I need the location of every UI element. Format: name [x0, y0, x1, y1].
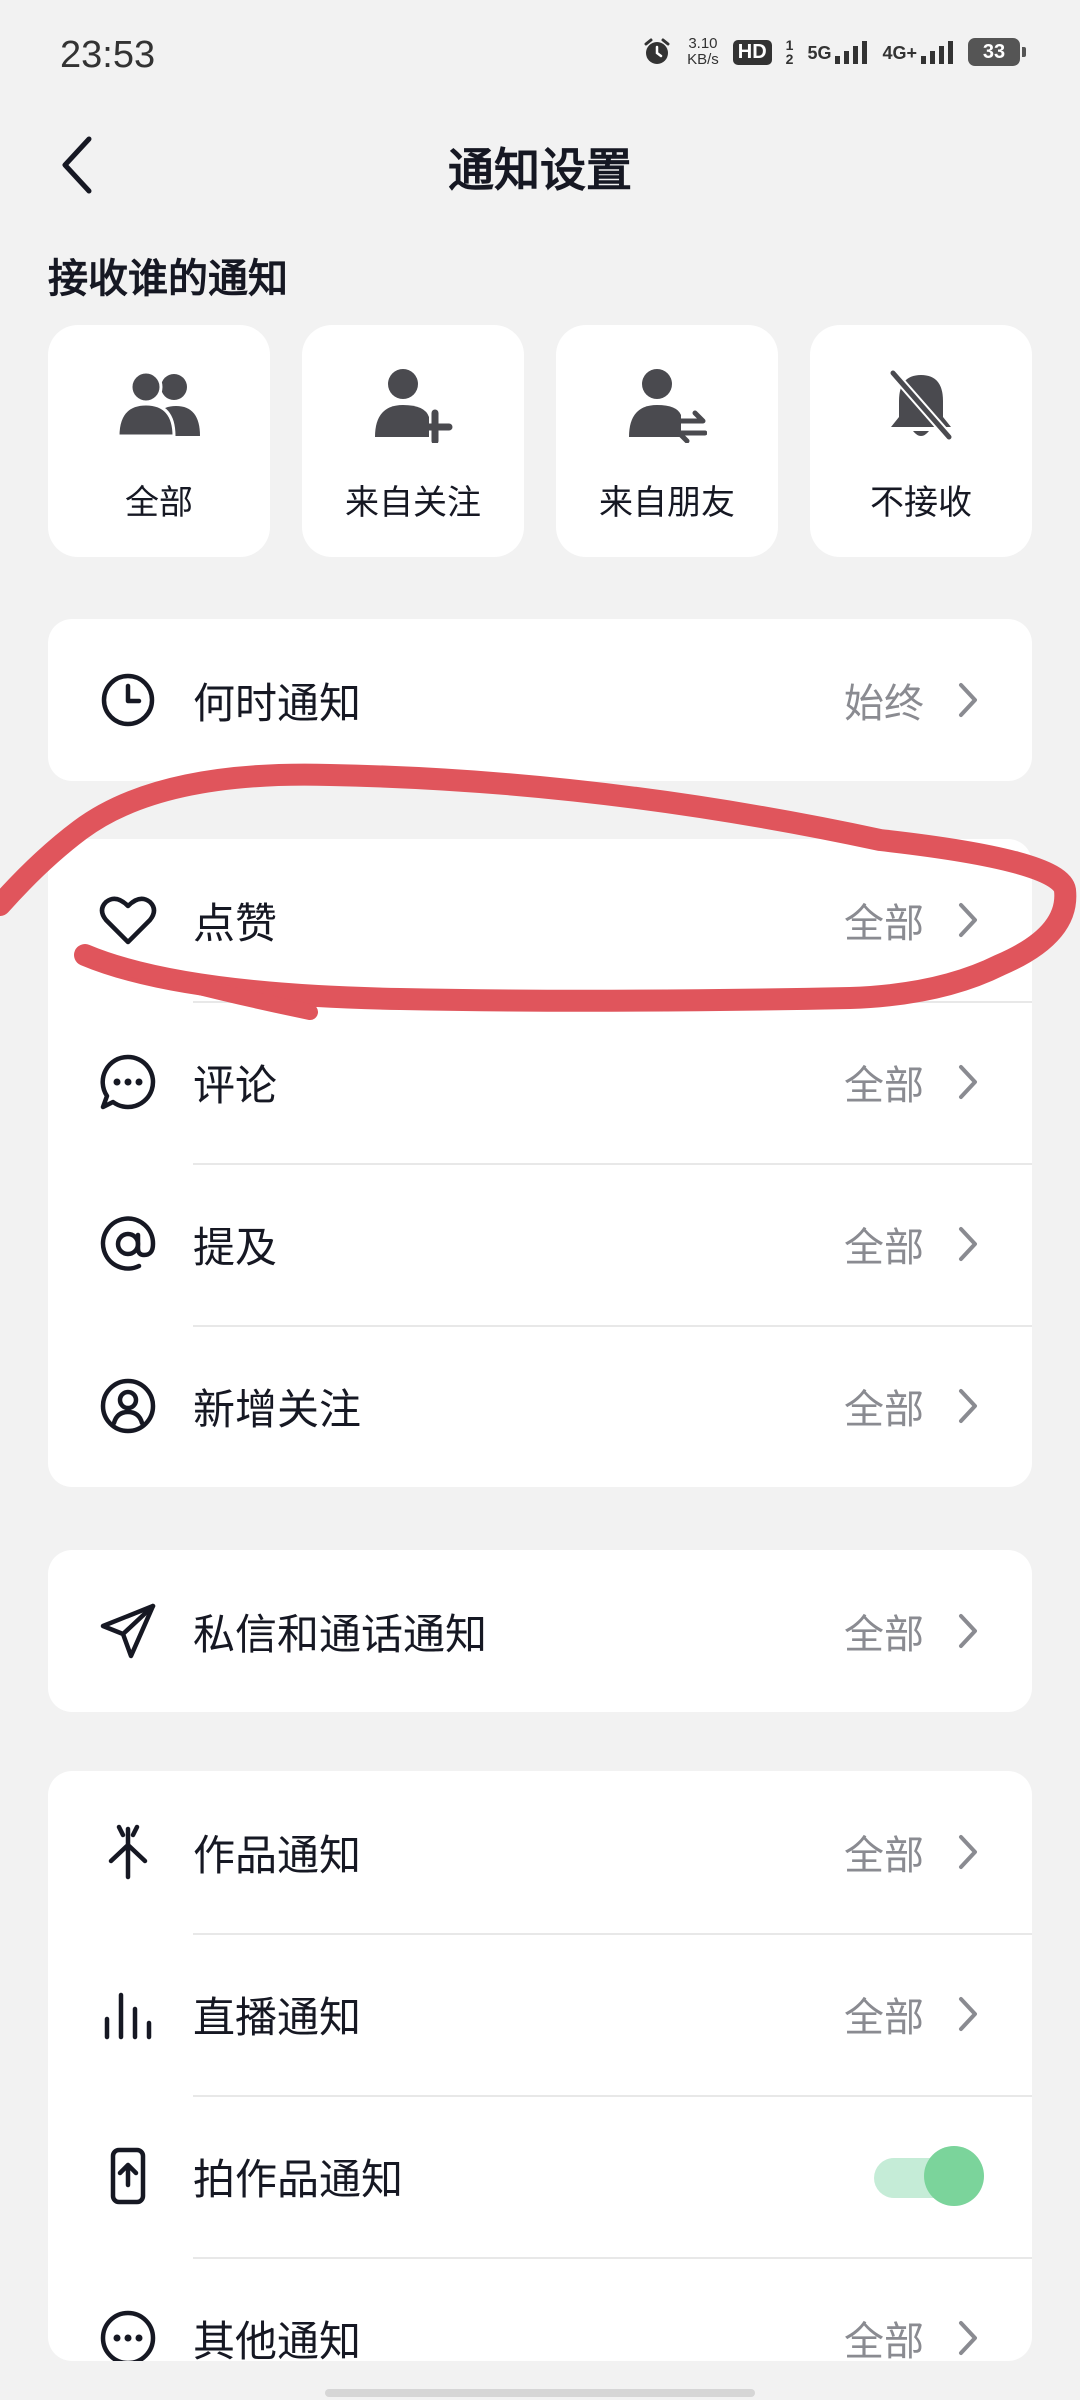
- row-value: 全部: [844, 1995, 924, 2041]
- shoot-works-toggle[interactable]: [874, 2146, 984, 2206]
- status-icons: 3.10 KB/s HD 1 2 5G 4G+ 33: [641, 36, 1026, 68]
- row-value: 全部: [844, 901, 924, 947]
- row-mentions[interactable]: 提及 全部: [48, 1163, 1032, 1325]
- person-swap-icon: [622, 365, 712, 445]
- row-value: 全部: [844, 1063, 924, 1109]
- section-label-receive: 接收谁的通知: [48, 256, 288, 302]
- battery-indicator: 33: [968, 38, 1026, 66]
- option-following[interactable]: 来自关注: [302, 325, 524, 557]
- bell-off-icon: [876, 365, 966, 445]
- chevron-right-icon: [959, 1997, 977, 2031]
- nav-bar: 通知设置: [0, 110, 1080, 220]
- sim2-indicator: 2: [785, 51, 794, 67]
- receive-options: 全部 来自关注 来自朋友 不接收: [48, 325, 1032, 557]
- chevron-right-icon: [959, 903, 977, 937]
- row-label: 作品通知: [193, 1830, 362, 1880]
- network-speed-value: 3.10: [688, 35, 718, 52]
- phone-upload-icon: [98, 2146, 158, 2206]
- row-label: 拍作品通知: [193, 2154, 404, 2204]
- row-value: 始终: [844, 681, 924, 727]
- sparkle-arrow-icon: [98, 1822, 158, 1882]
- row-label: 新增关注: [193, 1384, 362, 1434]
- row-messages-calls[interactable]: 私信和通话通知 全部: [48, 1550, 1032, 1712]
- signal-5g-label: 5G: [807, 43, 832, 63]
- row-live[interactable]: 直播通知 全部: [48, 1933, 1032, 2095]
- interaction-card: 点赞 全部 评论 全部 提及 全部 新增关注 全部: [48, 839, 1032, 1487]
- option-none-label: 不接收: [870, 483, 972, 523]
- page-title: 通知设置: [448, 143, 632, 197]
- user-circle-icon: [98, 1376, 158, 1436]
- chevron-right-icon: [959, 1389, 977, 1423]
- sim-indicators: 1 2: [786, 38, 794, 66]
- network-speed-unit: KB/s: [687, 51, 719, 68]
- row-likes[interactable]: 点赞 全部: [48, 839, 1032, 1001]
- people-icon: [114, 365, 204, 445]
- network-speed: 3.10 KB/s: [687, 36, 719, 68]
- row-label: 评论: [193, 1060, 278, 1110]
- status-time: 23:53: [60, 34, 156, 76]
- row-value: 全部: [844, 1612, 924, 1658]
- signal-4g-label: 4G+: [882, 43, 917, 63]
- signal-4g: 4G+: [882, 40, 954, 64]
- toggle-knob: [924, 2146, 984, 2206]
- clock-icon: [98, 670, 158, 730]
- when-card: 何时通知 始终: [48, 619, 1032, 781]
- chevron-right-icon: [959, 683, 977, 717]
- option-friends[interactable]: 来自朋友: [556, 325, 778, 557]
- row-label: 何时通知: [193, 678, 362, 728]
- option-following-label: 来自关注: [345, 483, 481, 523]
- chevron-right-icon: [959, 1614, 977, 1648]
- row-label: 提及: [193, 1222, 278, 1272]
- signal-bars-icon: [835, 41, 868, 64]
- row-value: 全部: [844, 1225, 924, 1271]
- person-add-icon: [368, 365, 458, 445]
- option-friends-label: 来自朋友: [599, 483, 735, 523]
- row-new-followers[interactable]: 新增关注 全部: [48, 1325, 1032, 1487]
- option-all-label: 全部: [125, 483, 193, 523]
- row-value: 全部: [844, 1387, 924, 1433]
- chevron-right-icon: [959, 2321, 977, 2355]
- heart-icon: [98, 890, 158, 950]
- chevron-right-icon: [959, 1227, 977, 1261]
- row-when-notify[interactable]: 何时通知 始终: [48, 619, 1032, 781]
- row-value: 全部: [844, 2319, 924, 2361]
- chevron-right-icon: [959, 1065, 977, 1099]
- content-card: 作品通知 全部 直播通知 全部 拍作品通知 其他通知 全部: [48, 1771, 1032, 2361]
- row-shoot-works: 拍作品通知: [48, 2095, 1032, 2257]
- option-none[interactable]: 不接收: [810, 325, 1032, 557]
- signal-bars-icon: [921, 41, 953, 64]
- row-other[interactable]: 其他通知 全部: [48, 2257, 1032, 2361]
- row-label: 点赞: [193, 898, 278, 948]
- alarm-icon: [644, 38, 670, 64]
- at-icon: [98, 1214, 158, 1274]
- status-bar: 23:53 3.10 KB/s HD 1 2 5G 4G+ 33: [0, 0, 1080, 110]
- sim1-indicator: 1: [785, 37, 794, 53]
- row-value: 全部: [844, 1833, 924, 1879]
- chevron-right-icon: [959, 1835, 977, 1869]
- signal-5g: 5G: [807, 40, 868, 64]
- row-label: 其他通知: [193, 2316, 362, 2362]
- hd-badge: HD: [732, 39, 772, 65]
- live-bars-icon: [98, 1984, 158, 2044]
- row-comments[interactable]: 评论 全部: [48, 1001, 1032, 1163]
- option-all[interactable]: 全部: [48, 325, 270, 557]
- send-icon: [98, 1601, 158, 1661]
- comment-icon: [98, 1052, 158, 1112]
- home-indicator: [325, 2389, 755, 2397]
- message-card: 私信和通话通知 全部: [48, 1550, 1032, 1712]
- row-label: 直播通知: [193, 1992, 362, 2042]
- more-circle-icon: [98, 2308, 158, 2361]
- row-label: 私信和通话通知: [193, 1609, 488, 1659]
- row-works[interactable]: 作品通知 全部: [48, 1771, 1032, 1933]
